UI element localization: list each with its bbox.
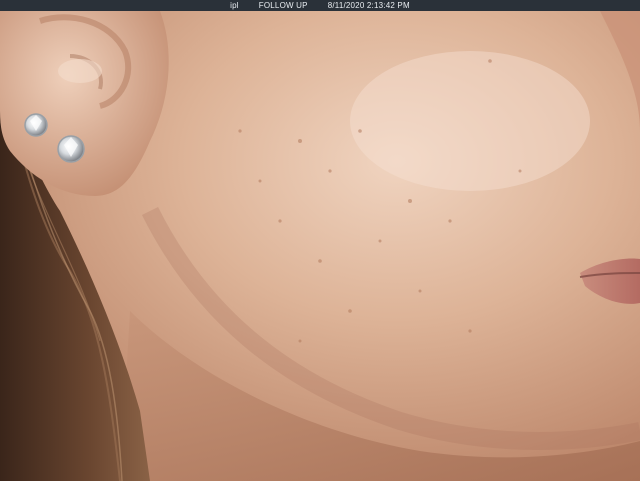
earring-icon [24,113,48,137]
timestamp-label: 8/11/2020 2:13:42 PM [327,1,410,10]
face-closeup-image [0,11,640,481]
photo-info-bar: ipl FOLLOW UP 8/11/2020 2:13:42 PM [0,0,640,11]
procedure-label: ipl [230,1,239,10]
visit-type-label: FOLLOW UP [258,1,308,10]
earring-icon [57,135,85,163]
clinical-photo [0,11,640,481]
